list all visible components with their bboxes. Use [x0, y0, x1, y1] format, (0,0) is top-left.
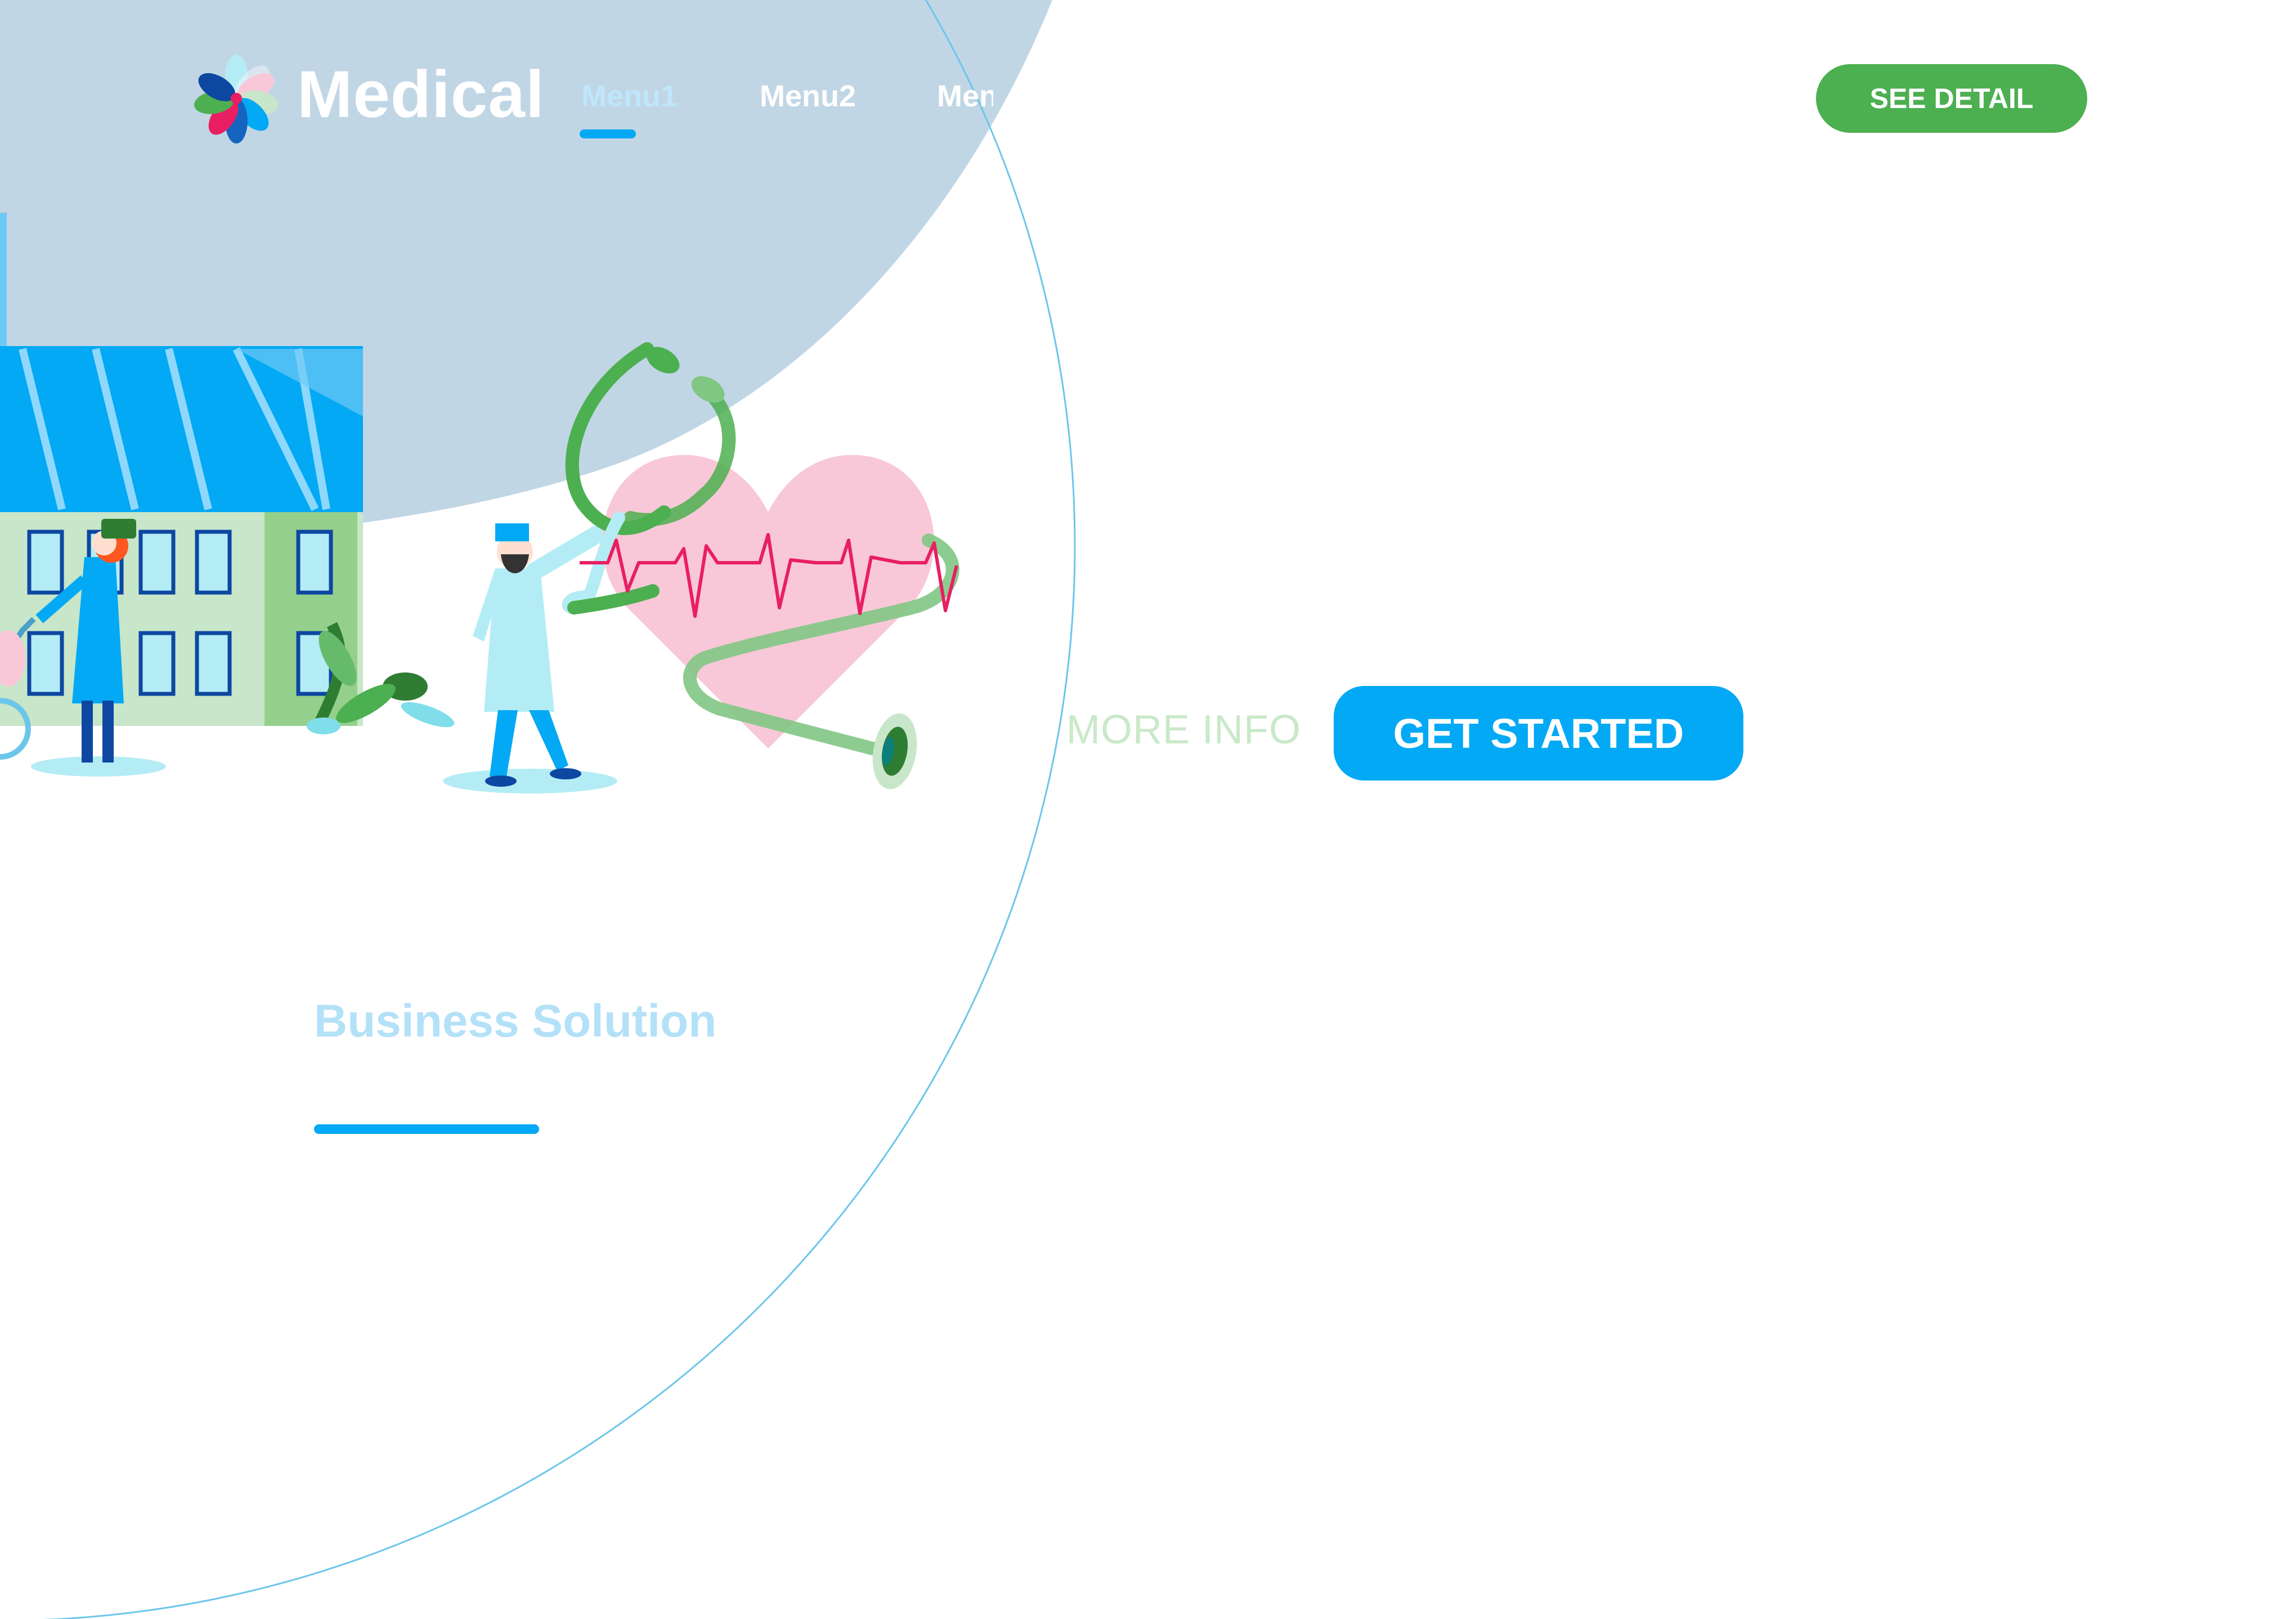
- nav-menu3[interactable]: Menu3: [937, 79, 993, 114]
- nav-active-indicator: [580, 129, 636, 138]
- see-detail-button[interactable]: SEE DETAIL: [1816, 64, 2087, 133]
- heart-shape: [602, 455, 934, 748]
- hospital-building: [0, 213, 363, 726]
- section-title: Business Solution: [314, 995, 717, 1047]
- get-started-button[interactable]: GET STARTED: [1334, 686, 1743, 781]
- section-title-underline: [314, 1124, 539, 1134]
- nav-menu1[interactable]: Menu1: [581, 79, 678, 114]
- nav-menu2[interactable]: Menu2: [760, 79, 856, 114]
- brand-name[interactable]: Medical: [297, 56, 545, 133]
- flower-logo-icon: [194, 55, 279, 143]
- more-info-button[interactable]: MORE INFO: [1066, 707, 1301, 753]
- hero-illustration: [0, 213, 959, 793]
